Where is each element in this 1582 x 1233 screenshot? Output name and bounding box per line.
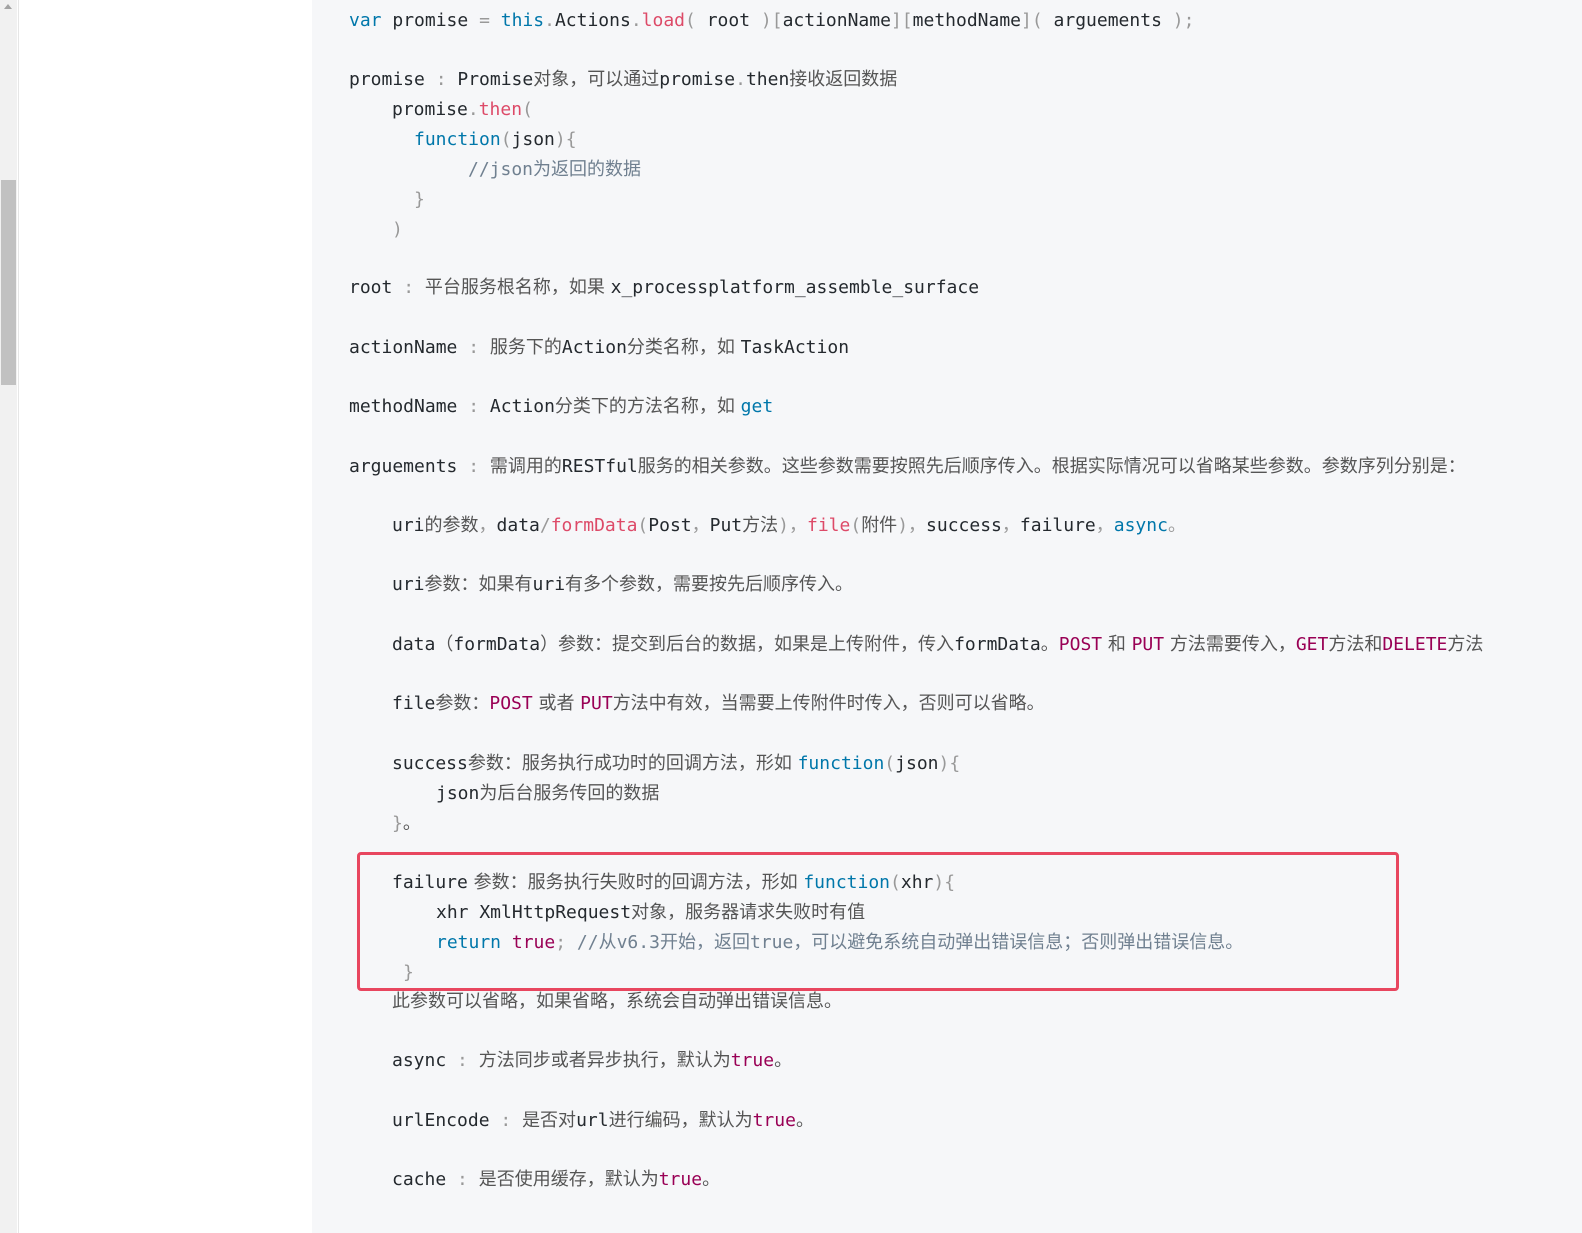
code-line-async: async : 方法同步或者异步执行，默认为true。 bbox=[392, 1050, 793, 1071]
scrollbar-thumb[interactable] bbox=[1, 180, 16, 385]
code-line-root: root : 平台服务根名称，如果 x_processplatform_asse… bbox=[349, 277, 980, 298]
code-line-success-param: success参数：服务执行成功时的回调方法，形如 function(json)… bbox=[392, 753, 961, 774]
code-line-failure-return: return true; //从v6.3开始，返回true，可以避免系统自动弹出… bbox=[436, 932, 1244, 953]
vertical-scrollbar[interactable] bbox=[0, 0, 17, 1233]
code-line-cache: cache : 是否使用缓存，默认为true。 bbox=[392, 1169, 721, 1190]
code-line-failure-note: 此参数可以省略，如果省略，系统会自动弹出错误信息。 bbox=[392, 991, 842, 1012]
code-line-function-json: function(json){ bbox=[414, 129, 577, 150]
code-line-promise-then: promise.then( bbox=[392, 99, 533, 120]
code-line-param-sequence: uri的参数，data/formData(Post，Put方法)，file(附件… bbox=[392, 515, 1186, 536]
page-divider bbox=[18, 0, 19, 1233]
code-line-url-encode: urlEncode : 是否对url进行编码，默认为true。 bbox=[392, 1110, 814, 1131]
code-line-file-param: file参数：POST 或者 PUT方法中有效，当需要上传附件时传入，否则可以省… bbox=[392, 693, 1045, 714]
code-line-json-comment: //json为返回的数据 bbox=[468, 159, 642, 180]
code-line-method-name: methodName : Action分类下的方法名称，如 get bbox=[349, 396, 774, 417]
code-line-success-close: }。 bbox=[392, 813, 421, 834]
code-line-uri-param: uri参数：如果有uri有多个参数，需要按先后顺序传入。 bbox=[392, 574, 854, 595]
code-line-close-paren: ) bbox=[392, 219, 403, 240]
code-line-load-call: var promise = this.Actions.load( root )[… bbox=[349, 10, 1195, 31]
code-line-failure-close: } bbox=[403, 962, 414, 983]
code-line-close-brace: } bbox=[414, 189, 425, 210]
code-line-promise-desc: promise : Promise对象，可以通过promise.then接收返回… bbox=[349, 69, 898, 90]
scroll-up-arrow-icon[interactable] bbox=[4, 4, 12, 9]
code-line-data-param: data（formData）参数：提交到后台的数据，如果是上传附件，传入form… bbox=[392, 634, 1484, 655]
code-line-failure-xhr: xhr XmlHttpRequest对象，服务器请求失败时有值 bbox=[436, 902, 866, 923]
code-line-success-json: json为后台服务传回的数据 bbox=[436, 783, 660, 804]
code-line-action-name: actionName : 服务下的Action分类名称，如 TaskAction bbox=[349, 337, 850, 358]
code-line-failure-param: failure 参数：服务执行失败时的回调方法，形如 function(xhr)… bbox=[392, 872, 956, 893]
code-line-arguements: arguements : 需调用的RESTful服务的相关参数。这些参数需要按照… bbox=[349, 456, 1466, 477]
